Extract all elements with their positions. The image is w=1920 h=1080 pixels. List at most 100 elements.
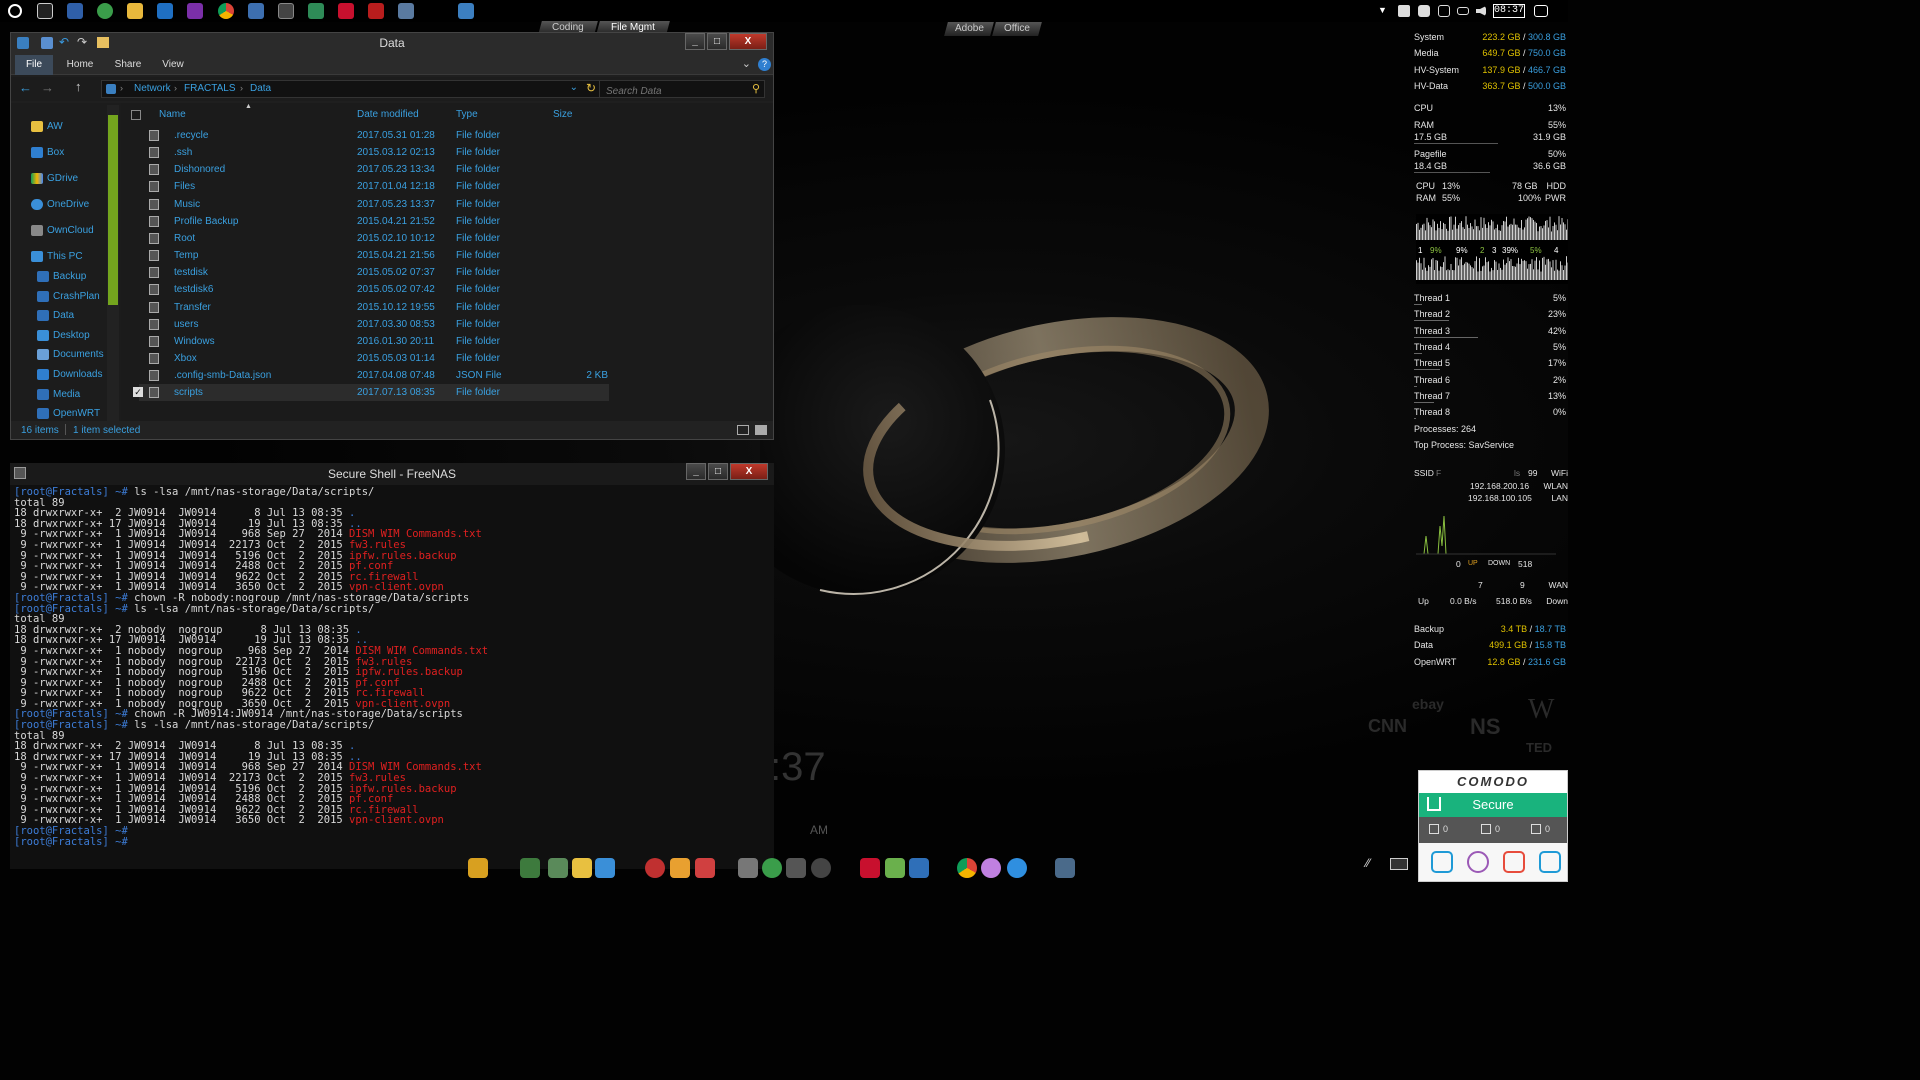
app-icon-6[interactable] xyxy=(368,3,384,19)
app-icon-8[interactable] xyxy=(458,3,474,19)
outlook-icon[interactable] xyxy=(157,3,173,19)
details-view-icon[interactable] xyxy=(737,425,749,435)
task-view-icon[interactable] xyxy=(37,3,53,19)
file-row[interactable]: testdisk6 2015.05.02 07:42 File folder xyxy=(139,281,609,298)
network-icon[interactable] xyxy=(1438,5,1450,17)
tasks-icon[interactable] xyxy=(1503,851,1525,873)
file-row[interactable]: .recycle 2017.05.31 01:28 File folder xyxy=(139,127,609,144)
dock-icon-13[interactable] xyxy=(860,858,880,878)
file-row[interactable]: .config-smb-Data.json 2017.04.08 07:48 JSO… xyxy=(139,367,609,384)
forward-icon[interactable]: → xyxy=(41,80,54,95)
minimize-button[interactable]: _ xyxy=(685,33,705,50)
dock-icon-2[interactable] xyxy=(520,858,540,878)
dock-icon-4[interactable] xyxy=(572,858,592,878)
maximize-button[interactable]: □ xyxy=(708,463,728,480)
breadcrumb-network[interactable]: Network xyxy=(134,83,171,94)
scan-icon[interactable] xyxy=(1431,851,1453,873)
tab-view[interactable]: View xyxy=(155,55,191,75)
column-header-type[interactable]: Type xyxy=(456,109,478,120)
tab-file[interactable]: File xyxy=(15,55,53,75)
nav-scrollbar[interactable] xyxy=(107,105,119,421)
comodo-status[interactable]: Secure xyxy=(1419,793,1567,817)
tray-clock[interactable]: 08:37 xyxy=(1493,4,1525,18)
start-icon[interactable] xyxy=(8,4,22,18)
file-row[interactable]: Files 2017.01.04 12:18 File folder xyxy=(139,178,609,195)
close-button[interactable]: X xyxy=(729,33,767,50)
battery-icon[interactable] xyxy=(1457,7,1469,15)
update-icon[interactable] xyxy=(1467,851,1489,873)
onenote-icon[interactable] xyxy=(187,3,203,19)
file-row[interactable]: Transfer 2015.10.12 19:55 File folder xyxy=(139,299,609,316)
search-icon[interactable]: ⚲ xyxy=(752,82,760,95)
tray-icon-2[interactable] xyxy=(1418,5,1430,17)
itunes-icon[interactable] xyxy=(981,858,1001,878)
file-row[interactable]: Dishonored 2017.05.23 13:34 File folder xyxy=(139,161,609,178)
app-icon-3[interactable] xyxy=(248,3,264,19)
keyboard-icon[interactable] xyxy=(1390,858,1408,870)
tray-chevron-icon[interactable]: ▼ xyxy=(1378,5,1387,15)
column-header-date-modified[interactable]: Date modified xyxy=(357,109,419,120)
maximize-button[interactable]: □ xyxy=(707,33,727,50)
dock-icon-9[interactable] xyxy=(738,858,758,878)
folder-icon[interactable] xyxy=(127,3,143,19)
breadcrumb-fractals[interactable]: FRACTALS xyxy=(184,83,236,94)
file-row[interactable]: Profile Backup 2015.04.21 21:52 File folde… xyxy=(139,213,609,230)
file-row[interactable]: Xbox 2015.05.03 01:14 File folder xyxy=(139,350,609,367)
row-checkbox[interactable]: ✓ xyxy=(133,387,143,398)
tab-home[interactable]: Home xyxy=(61,55,99,75)
dock-icon-1[interactable] xyxy=(468,858,488,878)
dock-icon-15[interactable] xyxy=(909,858,929,878)
action-center-icon[interactable] xyxy=(1534,5,1548,17)
chrome-icon[interactable] xyxy=(218,3,234,19)
large-icons-view-icon[interactable] xyxy=(755,425,767,435)
refresh-icon[interactable]: ↻ xyxy=(586,81,596,95)
settings-icon[interactable] xyxy=(1539,851,1561,873)
file-row[interactable]: Music 2017.05.23 13:37 File folder xyxy=(139,196,609,213)
terminal-titlebar[interactable]: Secure Shell - FreeNAS _ □ X xyxy=(10,463,774,485)
putty-icon[interactable] xyxy=(278,3,294,19)
explorer-titlebar[interactable]: ↶ ↷ Data _ □ X xyxy=(11,33,773,55)
file-row[interactable]: ✓ scripts 2017.07.13 08:35 File folder xyxy=(133,384,609,402)
app-icon-2[interactable] xyxy=(97,3,113,19)
dock-icon-7[interactable] xyxy=(670,858,690,878)
dock-icon-6[interactable] xyxy=(645,858,665,878)
nav-scrollbar-thumb[interactable] xyxy=(108,115,118,305)
search-box[interactable]: ⚲ xyxy=(599,80,765,100)
file-row[interactable]: .ssh 2015.03.12 02:13 File folder xyxy=(139,144,609,161)
tab-adobe[interactable]: Adobe xyxy=(944,22,994,36)
address-bar[interactable]: › Network › FRACTALS › Data ⌄ ↻ xyxy=(101,80,601,98)
back-icon[interactable]: ← xyxy=(19,80,32,95)
app-icon-4[interactable] xyxy=(308,3,324,19)
app-icon-1[interactable] xyxy=(67,3,83,19)
dock-icon-8[interactable] xyxy=(695,858,715,878)
up-icon[interactable]: ↑ xyxy=(75,79,82,94)
dock-icon-14[interactable] xyxy=(885,858,905,878)
file-row[interactable]: Root 2015.02.10 10:12 File folder xyxy=(139,230,609,247)
file-row[interactable]: Windows 2016.01.30 20:11 File folder xyxy=(139,333,609,350)
file-row[interactable]: testdisk 2015.05.02 07:37 File folder xyxy=(139,264,609,281)
dock-icon-19[interactable] xyxy=(1055,858,1075,878)
breadcrumb-data[interactable]: Data xyxy=(250,83,271,94)
file-row[interactable]: users 2017.03.30 08:53 File folder xyxy=(139,316,609,333)
column-header-size[interactable]: Size xyxy=(553,109,572,120)
column-header-name[interactable]: Name xyxy=(159,109,186,120)
close-button[interactable]: X xyxy=(730,463,768,480)
dock-icon-12[interactable] xyxy=(811,858,831,878)
select-all-checkbox[interactable] xyxy=(131,110,141,120)
dock-icon-11[interactable] xyxy=(786,858,806,878)
dock-icon-10[interactable] xyxy=(762,858,782,878)
minimize-button[interactable]: _ xyxy=(686,463,706,480)
address-dropdown-icon[interactable]: ⌄ xyxy=(570,82,578,93)
search-input[interactable] xyxy=(600,83,740,100)
app-icon-7[interactable] xyxy=(398,3,414,19)
dock-icon-5[interactable] xyxy=(595,858,615,878)
speaker-icon[interactable] xyxy=(1476,6,1486,16)
dock-icon-3[interactable] xyxy=(548,858,568,878)
chrome-icon[interactable] xyxy=(957,858,977,878)
ie-icon[interactable] xyxy=(1007,858,1027,878)
tab-share[interactable]: Share xyxy=(109,55,147,75)
tray-icon-1[interactable] xyxy=(1398,5,1410,17)
tab-office[interactable]: Office xyxy=(992,22,1042,36)
help-icon[interactable]: ? xyxy=(758,58,771,71)
terminal-output[interactable]: [root@Fractals] ~# ls -lsa /mnt/nas-stor… xyxy=(14,487,488,847)
